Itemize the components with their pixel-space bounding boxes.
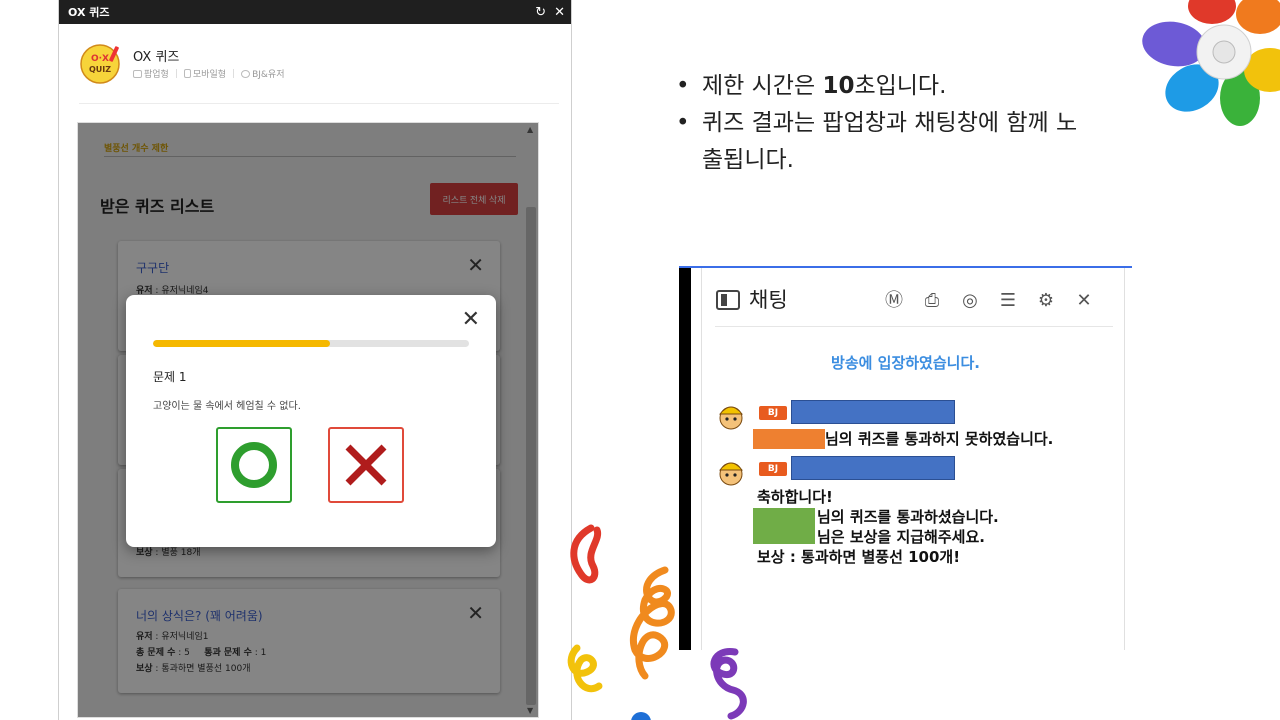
users-icon	[241, 70, 251, 78]
quiz-popup-window: OX 퀴즈 ↻ ✕ O·X QUIZ OX 퀴즈 팝업형 | 모바일형 | BJ…	[58, 0, 572, 720]
bj-avatar-icon	[718, 462, 744, 486]
chat-title: 채팅	[749, 288, 788, 312]
window-titlebar: OX 퀴즈 ↻ ✕	[59, 0, 571, 24]
message-text: 님의 퀴즈를 통과하지 못하였습니다.	[825, 430, 1054, 448]
popup-icon	[133, 70, 142, 78]
message-text: 님의 퀴즈를 통과하셨습니다.	[817, 508, 999, 526]
redacted-nickname[interactable]	[791, 456, 955, 480]
donation-icon[interactable]: ◎	[957, 288, 983, 314]
refresh-icon[interactable]: ↻	[535, 6, 546, 19]
redacted-nickname[interactable]	[791, 400, 955, 424]
message-text: 보상 : 통과하면 별풍선 100개!	[757, 548, 961, 566]
message-text: 축하합니다!	[757, 488, 833, 506]
bullet-item: 제한 시간은 10초입니다.	[676, 68, 1196, 105]
answer-o-button[interactable]	[216, 427, 292, 503]
mobile-icon	[183, 69, 191, 78]
bj-badge: BJ	[759, 406, 787, 420]
window-title: OX 퀴즈	[68, 6, 110, 19]
redacted-username	[753, 429, 825, 449]
gear-icon[interactable]: ⚙	[1033, 288, 1059, 314]
close-icon[interactable]: ✕	[554, 6, 565, 19]
x-icon	[345, 444, 387, 486]
decorative-squiggles	[567, 524, 747, 720]
bj-badge: BJ	[759, 462, 787, 476]
chat-toolbar: Ⓜ ⎙ ◎ ☰ ⚙ ✕	[881, 288, 1097, 314]
app-tabs: 팝업형 | 모바일형 | BJ&유저	[133, 67, 284, 80]
enter-message: 방송에 입장하였습니다.	[831, 354, 980, 372]
question-text: 고양이는 물 속에서 헤엄칠 수 없다.	[153, 401, 301, 412]
bookmark-icon[interactable]: ⎙	[919, 288, 945, 314]
chat-message: BJ 님의 퀴즈를 통과하지 못하였습니다.	[715, 400, 1115, 456]
tab-mobile[interactable]: 모바일형	[183, 67, 226, 80]
decorative-flower	[1142, 0, 1280, 126]
close-icon[interactable]: ✕	[462, 309, 480, 331]
chat-message: BJ 축하합니다! 님의 퀴즈를 통과하셨습니다. 님은 보상을 지급해주세요.…	[715, 456, 1115, 576]
ox-quiz-logo: O·X QUIZ	[80, 44, 120, 84]
svg-text:O·X: O·X	[91, 54, 109, 64]
quiz-question-modal: ✕ 문제 1 고양이는 물 속에서 헤엄칠 수 없다.	[126, 295, 496, 547]
chat-panel-icon	[716, 290, 740, 310]
user-list-icon[interactable]: ☰	[995, 288, 1021, 314]
quiz-list-panel: 별풍선 개수 제한 받은 퀴즈 리스트 리스트 전체 삭제 구구단 ✕ 유저 :…	[77, 122, 539, 718]
divider	[715, 326, 1113, 327]
question-number: 문제 1	[153, 370, 187, 384]
tab-bj-user[interactable]: BJ&유저	[241, 67, 284, 80]
timer-progress-fill	[153, 340, 330, 347]
app-header: O·X QUIZ OX 퀴즈 팝업형 | 모바일형 | BJ&유저	[79, 42, 559, 104]
close-icon[interactable]: ✕	[1071, 288, 1097, 314]
bullet-list: 제한 시간은 10초입니다. 퀴즈 결과는 팝업창과 채팅창에 함께 노출됩니다…	[676, 68, 1196, 178]
panel-border	[1124, 268, 1125, 650]
message-text: 님은 보상을 지급해주세요.	[817, 528, 985, 546]
svg-text:QUIZ: QUIZ	[89, 65, 111, 74]
timer-progress-bar	[153, 340, 469, 347]
app-title: OX 퀴즈	[133, 50, 180, 65]
m-badge-icon[interactable]: Ⓜ	[881, 288, 907, 314]
o-icon	[231, 442, 277, 488]
answer-x-button[interactable]	[328, 427, 404, 503]
bj-avatar-icon	[718, 406, 744, 430]
bullet-item: 퀴즈 결과는 팝업창과 채팅창에 함께 노출됩니다.	[676, 105, 1196, 179]
tab-popup[interactable]: 팝업형	[133, 67, 169, 80]
